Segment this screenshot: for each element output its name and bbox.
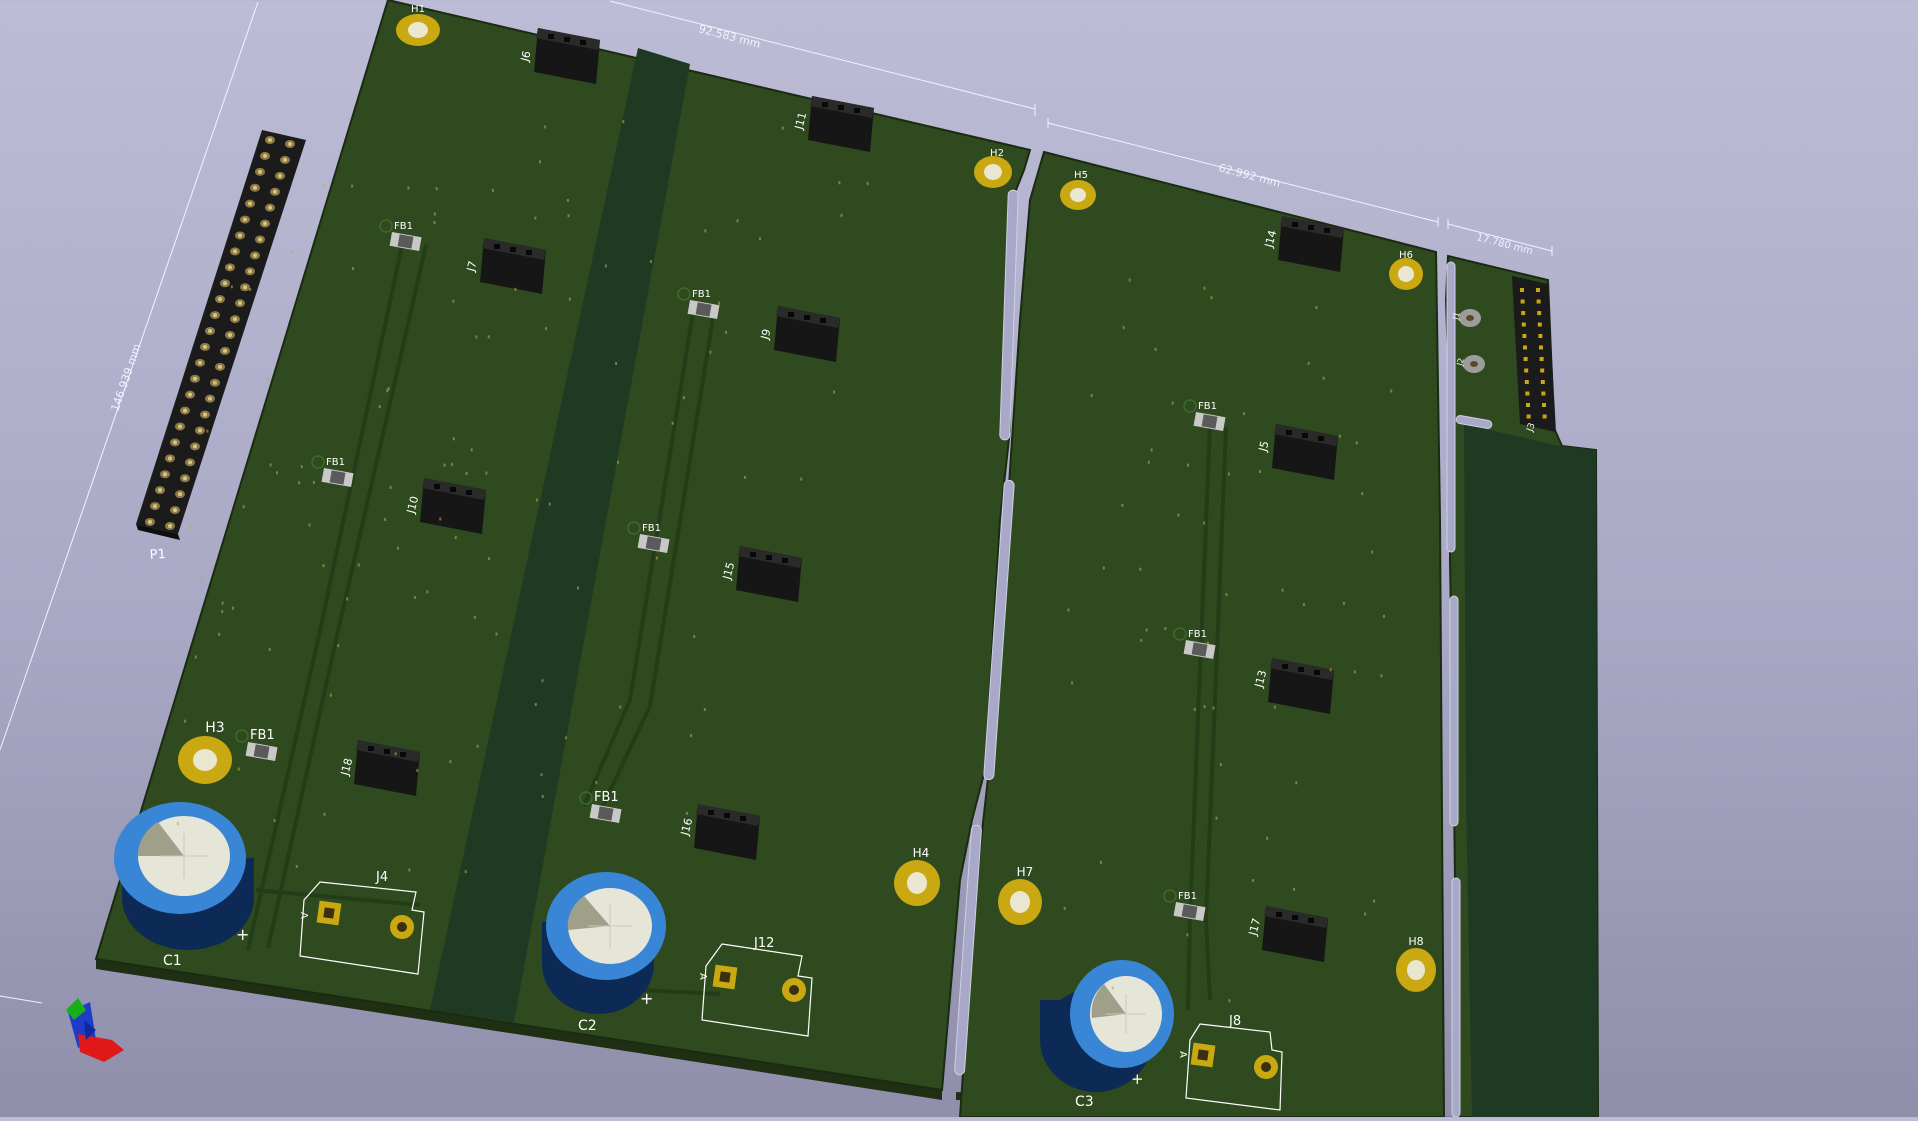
header-pin (1282, 664, 1288, 669)
header-pin (854, 108, 860, 113)
svg-text:H8: H8 (1408, 935, 1423, 948)
svg-text:+: + (640, 989, 653, 1008)
header-pin (782, 558, 788, 563)
dimension-label: 17.780 mm (1475, 232, 1534, 257)
header-pin (1292, 222, 1298, 227)
svg-text:H3: H3 (205, 720, 224, 736)
ferrite-label: FB1 (594, 790, 619, 805)
header-pin (1308, 918, 1314, 923)
header-pin (564, 37, 570, 42)
header-pin (1286, 430, 1292, 435)
svg-text:C1: C1 (163, 953, 182, 969)
header-pin (384, 749, 390, 754)
header-pin (1324, 228, 1330, 233)
header-pin (526, 250, 532, 255)
header-pin (820, 318, 826, 323)
axis-orientation-gizmo[interactable] (66, 998, 124, 1062)
svg-text:C3: C3 (1075, 1094, 1094, 1110)
header-pin (466, 490, 472, 495)
header-pin (708, 810, 714, 815)
svg-text:H6: H6 (1399, 250, 1413, 261)
header-pin (510, 247, 516, 252)
header-pin (724, 813, 730, 818)
header-pin (450, 487, 456, 492)
ferrite-label: FB1 (692, 289, 711, 300)
svg-text:H2: H2 (990, 148, 1004, 159)
svg-text:J8: J8 (1228, 1014, 1241, 1029)
header-pin (804, 315, 810, 320)
header-pin (740, 816, 746, 821)
svg-text:J12: J12 (753, 936, 774, 951)
svg-text:J4: J4 (375, 870, 388, 885)
svg-text:+: + (1131, 1070, 1144, 1088)
pcb-3d-viewport[interactable]: 146.939 mm 92.583 mm 62.992 mm 17.780 mm (0, 0, 1918, 1118)
ferrite-label: FB1 (394, 221, 413, 232)
svg-text:C2: C2 (578, 1018, 597, 1034)
header-pin (548, 34, 554, 39)
svg-text:A: A (697, 973, 708, 980)
ferrite-label: FB1 (250, 728, 275, 743)
header-pin (1318, 436, 1324, 441)
header-pin (1292, 915, 1298, 920)
ferrite-label: FB1 (1178, 891, 1197, 902)
header-pin (1276, 912, 1282, 917)
header-pin (494, 244, 500, 249)
dimension-section-three: 17.780 mm (1447, 219, 1553, 257)
header-pin (838, 105, 844, 110)
svg-text:H4: H4 (913, 846, 930, 860)
header-pin (766, 555, 772, 560)
header-pin (1308, 225, 1314, 230)
ferrite-label: FB1 (642, 523, 661, 534)
header-pin (1314, 670, 1320, 675)
header-pin (434, 484, 440, 489)
dimension-label: 62.992 mm (1217, 161, 1282, 189)
svg-text:H5: H5 (1074, 170, 1088, 181)
svg-text:H7: H7 (1017, 865, 1034, 879)
connector-p1-label: P1 (149, 547, 166, 563)
header-pin (750, 552, 756, 557)
header-pin (1302, 433, 1308, 438)
header-pin (788, 312, 794, 317)
dimension-label: 92.583 mm (697, 22, 762, 50)
svg-text:A: A (298, 912, 309, 919)
dimension-label: 146.939 mm (109, 342, 144, 413)
header-pin (400, 752, 406, 757)
ferrite-label: FB1 (1198, 401, 1217, 412)
copper-pour-right (1464, 424, 1598, 1117)
svg-text:A: A (1177, 1051, 1188, 1058)
header-pin (368, 746, 374, 751)
header-pin (822, 102, 828, 107)
svg-text:H1: H1 (411, 4, 425, 15)
ferrite-label: FB1 (326, 457, 345, 468)
header-pin (580, 40, 586, 45)
ferrite-label: FB1 (1188, 629, 1207, 640)
svg-text:+: + (236, 925, 249, 944)
header-pin (1298, 667, 1304, 672)
